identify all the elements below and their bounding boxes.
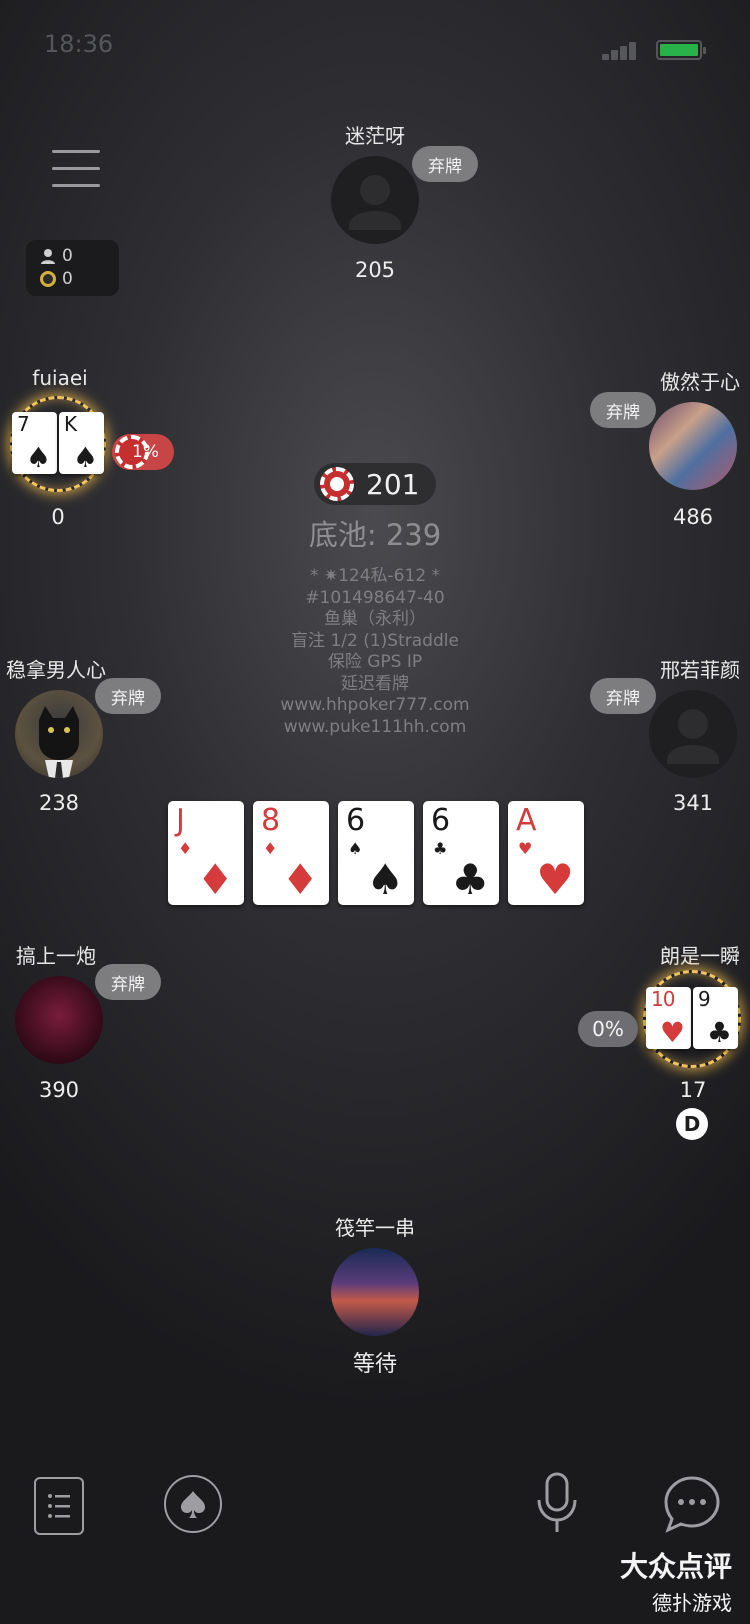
- player-name-mid-left: 稳拿男人心: [6, 658, 106, 682]
- spade-emoji-icon[interactable]: [164, 1475, 222, 1533]
- card-suit-small: ♣: [433, 839, 448, 858]
- card-suit: ♥: [536, 855, 574, 904]
- fold-badge-top: 弃牌: [412, 146, 478, 182]
- menu-icon[interactable]: [52, 150, 100, 190]
- fold-badge-mid-left: 弃牌: [95, 678, 161, 714]
- pot-total: 底池: 239: [308, 518, 442, 552]
- card-suit-small: ♦: [178, 839, 193, 858]
- community-card: 8 ♦ ♦: [253, 801, 329, 905]
- player-name-top: 迷茫呀: [345, 124, 405, 148]
- player-name-lower-right: 朗是一瞬: [660, 944, 740, 968]
- cat-icon: [39, 706, 79, 778]
- card-rank: A: [516, 803, 537, 838]
- card-suit: ♠: [25, 441, 51, 474]
- history-icon[interactable]: [34, 1477, 84, 1535]
- player-name-lower-left: 搞上一炮: [16, 944, 96, 968]
- self-status: 等待: [352, 1352, 397, 1377]
- watermark-brand: 大众点评: [619, 1550, 732, 1583]
- fold-badge-mid-right: 弃牌: [590, 678, 656, 714]
- player-name-self: 筏竿一串: [335, 1216, 415, 1240]
- hole-card: 10 ♥: [646, 987, 691, 1049]
- card-suit-small: ♥: [518, 839, 533, 858]
- card-suit-small: ♠: [348, 839, 363, 858]
- community-card: A ♥ ♥: [508, 801, 584, 905]
- card-suit: ♠: [72, 441, 98, 474]
- community-card: 6 ♣ ♣: [423, 801, 499, 905]
- battery-icon: [656, 40, 706, 60]
- pot-pill: 201: [314, 463, 436, 505]
- chips-lower-left: 390: [38, 1078, 80, 1102]
- player-name-upper-left: fuiaei: [32, 366, 88, 390]
- avatar-upper-right[interactable]: [649, 402, 737, 490]
- default-avatar-icon: [349, 175, 401, 230]
- card-suit: ♠: [366, 855, 404, 904]
- chip-icon: [320, 467, 354, 501]
- table-info-line: * ✷124私-612 *: [309, 566, 441, 586]
- pot-current: 201: [366, 468, 420, 501]
- dealer-button: D: [676, 1108, 708, 1140]
- list-icon: [48, 1494, 70, 1518]
- card-rank: K: [64, 412, 77, 436]
- avatar-mid-right[interactable]: [649, 690, 737, 778]
- card-suit: ♣: [451, 855, 489, 904]
- signal-icon: [602, 42, 644, 60]
- card-rank: 6: [431, 803, 450, 838]
- card-rank: 6: [346, 803, 365, 838]
- hole-card: K ♠: [59, 412, 104, 474]
- status-time: 18:36: [44, 30, 114, 58]
- community-card: 6 ♠ ♠: [338, 801, 414, 905]
- avatar-top[interactable]: [331, 156, 419, 244]
- card-suit-small: ♦: [263, 839, 278, 858]
- chat-icon[interactable]: [662, 1474, 722, 1534]
- card-rank: J: [176, 803, 185, 838]
- coin-icon: [40, 271, 56, 287]
- card-suit: ♦: [196, 855, 234, 904]
- chips-lower-right: 17: [679, 1078, 707, 1102]
- avatar-lower-left[interactable]: [15, 976, 103, 1064]
- fold-badge-upper-right: 弃牌: [590, 392, 656, 428]
- card-rank: 8: [261, 803, 280, 838]
- chips-top: 205: [354, 258, 396, 282]
- avatar-mid-left[interactable]: [15, 690, 103, 778]
- chips-mid-right: 341: [672, 791, 714, 815]
- equity-badge: 0%: [578, 1011, 638, 1047]
- card-rank: 10: [651, 987, 675, 1011]
- chat-bubble-glyph: [664, 1476, 720, 1533]
- table-info-line: 盲注 1/2 (1)Straddle: [291, 630, 459, 651]
- default-avatar-icon: [667, 709, 719, 764]
- equity-badge: 1%: [112, 434, 174, 470]
- table-info-line: 鱼巢（永利）: [324, 609, 426, 629]
- fold-badge-lower-left: 弃牌: [95, 964, 161, 1000]
- player-count: 0: [62, 246, 73, 266]
- watermark-subtitle: 德扑游戏: [652, 1591, 732, 1615]
- card-suit: ♦: [281, 855, 319, 904]
- chips-mid-left: 238: [38, 791, 80, 815]
- spade-icon: [181, 1491, 205, 1518]
- mic-glyph: [537, 1472, 577, 1532]
- hole-card: 7 ♠: [12, 412, 57, 474]
- watermark: 大众点评 德扑游戏: [620, 1545, 732, 1616]
- equity-text: 1%: [132, 442, 159, 462]
- coin-count: 0: [62, 269, 73, 289]
- person-icon: [41, 249, 55, 264]
- counter-box: 0 0: [26, 240, 119, 296]
- player-name-upper-right: 傲然于心: [660, 370, 740, 394]
- table-info-line: #101498647-40: [305, 587, 445, 608]
- community-card: J ♦ ♦: [168, 801, 244, 905]
- card-rank: 7: [17, 412, 30, 436]
- card-rank: 9: [698, 987, 711, 1011]
- player-name-mid-right: 邢若菲颜: [660, 658, 740, 682]
- microphone-icon[interactable]: [531, 1470, 583, 1536]
- card-suit: ♥: [659, 1016, 685, 1049]
- card-suit: ♣: [706, 1016, 732, 1049]
- hole-card: 9 ♣: [693, 987, 738, 1049]
- avatar-self[interactable]: [331, 1248, 419, 1336]
- table-info-line: www.puke111hh.com: [283, 716, 467, 737]
